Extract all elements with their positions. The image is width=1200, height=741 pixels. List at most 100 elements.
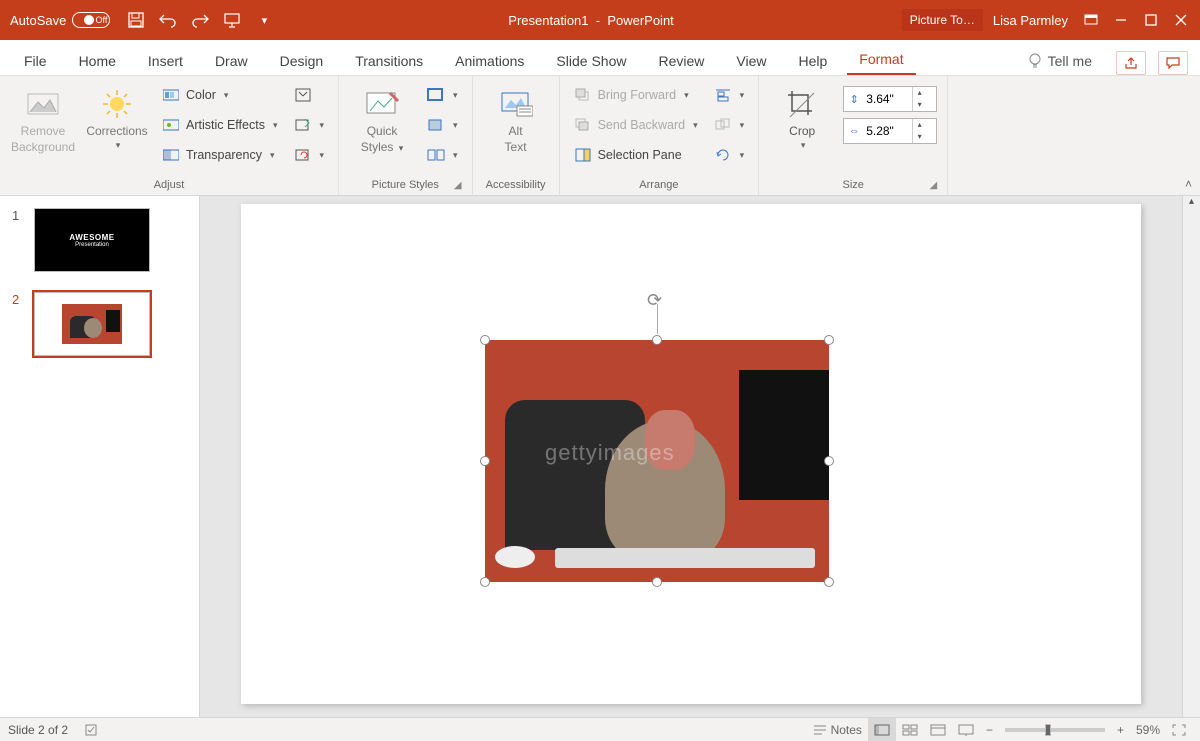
- dialog-launcher-icon[interactable]: ◢: [454, 180, 462, 191]
- tell-me-search[interactable]: Tell me: [1016, 47, 1104, 75]
- resize-handle[interactable]: [824, 335, 834, 345]
- tab-home[interactable]: Home: [67, 47, 128, 75]
- transparency-button[interactable]: Transparency▾: [158, 142, 282, 168]
- sorter-view-icon[interactable]: [896, 718, 924, 741]
- maximize-icon[interactable]: [1138, 7, 1164, 33]
- slide-thumbnail-1[interactable]: AWESOME Presentation: [34, 208, 150, 272]
- dialog-launcher-icon[interactable]: ◢: [929, 180, 937, 191]
- resize-handle[interactable]: [824, 456, 834, 466]
- collapse-ribbon-icon[interactable]: ˄: [1177, 173, 1200, 195]
- comments-icon[interactable]: [1158, 51, 1188, 75]
- resize-handle[interactable]: [652, 335, 662, 345]
- spin-up-icon[interactable]: ▴: [913, 87, 926, 99]
- undo-icon[interactable]: [152, 0, 184, 40]
- share-icon[interactable]: [1116, 51, 1146, 75]
- picture-effects-button[interactable]: ▾: [423, 112, 462, 138]
- color-button[interactable]: Color▾: [158, 82, 282, 108]
- tab-help[interactable]: Help: [786, 47, 839, 75]
- resize-handle[interactable]: [480, 577, 490, 587]
- scroll-up-icon[interactable]: ▴: [1183, 196, 1200, 212]
- thumb1-title: AWESOME: [69, 233, 114, 242]
- notes-button[interactable]: Notes: [807, 718, 868, 741]
- tab-slideshow[interactable]: Slide Show: [544, 47, 638, 75]
- crop-label: Crop: [789, 124, 815, 138]
- slide-thumbnail-2[interactable]: [34, 292, 150, 356]
- close-icon[interactable]: [1168, 7, 1194, 33]
- group-objects-button[interactable]: ▾: [710, 112, 749, 138]
- send-backward-icon: [574, 116, 592, 134]
- save-icon[interactable]: [120, 0, 152, 40]
- zoom-slider[interactable]: [1005, 728, 1105, 732]
- zoom-in-icon[interactable]: +: [1111, 718, 1130, 741]
- alt-text-button[interactable]: Alt Text: [483, 82, 549, 154]
- remove-bg-label1: Remove: [21, 124, 66, 138]
- height-input[interactable]: ⇕ ▴▾: [843, 86, 937, 112]
- artistic-icon: [162, 116, 180, 134]
- picture-tools-tab[interactable]: Picture To…: [902, 9, 983, 31]
- qat-customize-icon[interactable]: ▾: [248, 0, 280, 40]
- artistic-effects-button[interactable]: Artistic Effects▾: [158, 112, 282, 138]
- resize-handle[interactable]: [824, 577, 834, 587]
- tab-review[interactable]: Review: [646, 47, 716, 75]
- slide-canvas-area[interactable]: ⟳ gettyimages: [200, 196, 1182, 717]
- vertical-scrollbar[interactable]: ▴: [1182, 196, 1200, 717]
- notes-label: Notes: [831, 723, 862, 737]
- spin-up-icon[interactable]: ▴: [913, 119, 926, 131]
- align-button[interactable]: ▾: [710, 82, 749, 108]
- corrections-button[interactable]: Corrections ▾: [84, 82, 150, 151]
- slide-canvas[interactable]: ⟳ gettyimages: [241, 204, 1141, 704]
- resize-handle[interactable]: [480, 456, 490, 466]
- picture-layout-button[interactable]: ▾: [423, 142, 462, 168]
- normal-view-icon[interactable]: [868, 718, 896, 741]
- tab-animations[interactable]: Animations: [443, 47, 536, 75]
- compress-pictures-button[interactable]: [290, 82, 329, 108]
- change-picture-icon: [294, 116, 312, 134]
- tab-file[interactable]: File: [12, 47, 59, 75]
- fit-to-window-icon[interactable]: [1166, 718, 1192, 741]
- slideshow-view-icon[interactable]: [952, 718, 980, 741]
- width-field[interactable]: [864, 124, 912, 138]
- rotation-handle-icon[interactable]: ⟳: [647, 290, 667, 310]
- reset-picture-button[interactable]: ▾: [290, 142, 329, 168]
- crop-button[interactable]: Crop ▾: [769, 82, 835, 151]
- selection-pane-button[interactable]: Selection Pane: [570, 142, 702, 168]
- present-icon[interactable]: [216, 0, 248, 40]
- ribbon-options-icon[interactable]: [1078, 7, 1104, 33]
- tab-draw[interactable]: Draw: [203, 47, 260, 75]
- spin-down-icon[interactable]: ▾: [913, 131, 926, 143]
- spin-down-icon[interactable]: ▾: [913, 99, 926, 111]
- transparency-icon: [162, 146, 180, 164]
- zoom-slider-thumb[interactable]: [1045, 724, 1051, 736]
- spellcheck-icon[interactable]: [78, 718, 104, 741]
- height-field[interactable]: [864, 92, 912, 106]
- quick-styles-button[interactable]: Quick Styles ▾: [349, 82, 415, 154]
- bring-forward-button[interactable]: Bring Forward▾: [570, 82, 702, 108]
- autosave-toggle[interactable]: AutoSave Off: [0, 12, 120, 28]
- tab-format[interactable]: Format: [847, 45, 915, 75]
- rotate-button[interactable]: ▾: [710, 142, 749, 168]
- group-icon: [714, 116, 732, 134]
- zoom-level[interactable]: 59%: [1130, 718, 1166, 741]
- remove-background-icon: [25, 86, 61, 122]
- resize-handle[interactable]: [480, 335, 490, 345]
- zoom-out-icon[interactable]: −: [980, 718, 999, 741]
- slide-indicator[interactable]: Slide 2 of 2: [8, 723, 68, 737]
- width-input[interactable]: ⇔ ▴▾: [843, 118, 937, 144]
- tab-design[interactable]: Design: [268, 47, 336, 75]
- user-name[interactable]: Lisa Parmley: [987, 13, 1074, 28]
- picture-layout-icon: [427, 146, 445, 164]
- tab-view[interactable]: View: [724, 47, 778, 75]
- tab-insert[interactable]: Insert: [136, 47, 195, 75]
- send-backward-button[interactable]: Send Backward▾: [570, 112, 702, 138]
- remove-background-button[interactable]: Remove Background: [10, 82, 76, 154]
- change-picture-button[interactable]: ▾: [290, 112, 329, 138]
- picture-border-button[interactable]: ▾: [423, 82, 462, 108]
- reading-view-icon[interactable]: [924, 718, 952, 741]
- bring-forward-icon: [574, 86, 592, 104]
- resize-handle[interactable]: [652, 577, 662, 587]
- minimize-icon[interactable]: [1108, 7, 1134, 33]
- tab-transitions[interactable]: Transitions: [343, 47, 435, 75]
- selected-picture[interactable]: ⟳ gettyimages: [485, 340, 829, 582]
- menu-bar: File Home Insert Draw Design Transitions…: [0, 40, 1200, 76]
- redo-icon[interactable]: [184, 0, 216, 40]
